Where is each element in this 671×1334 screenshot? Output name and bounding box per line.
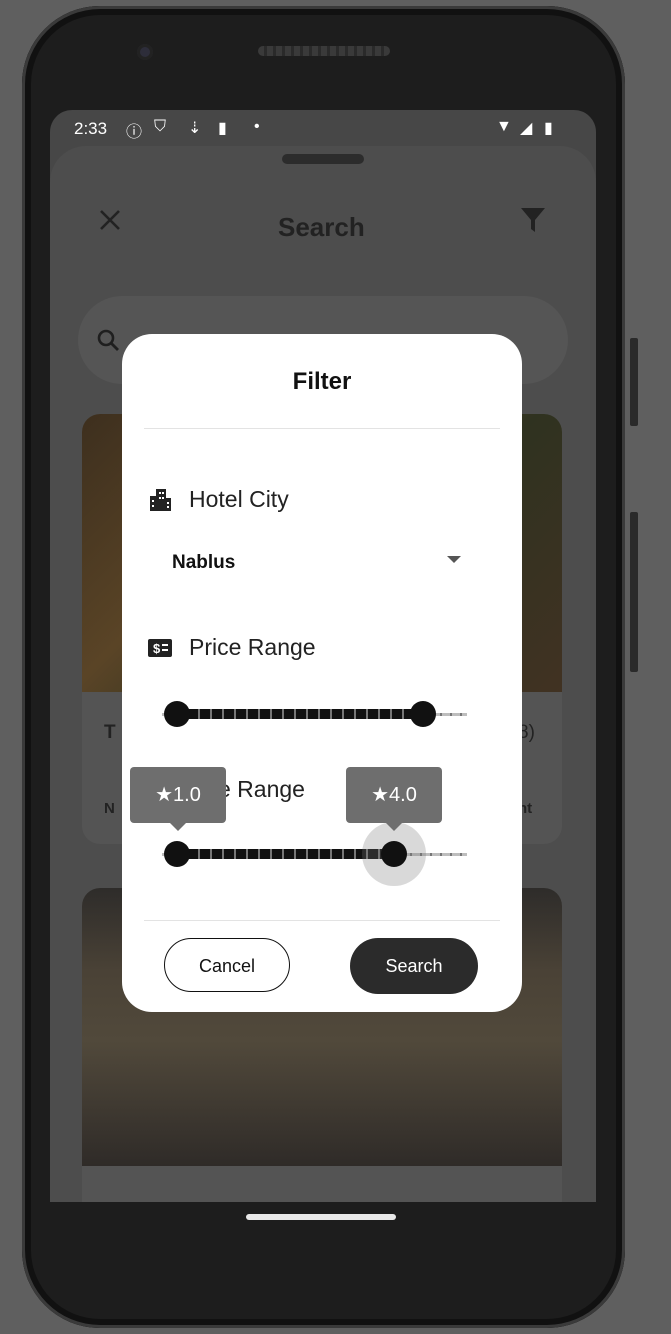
page-title: Search bbox=[278, 212, 365, 242]
hotel-city: N bbox=[104, 800, 115, 817]
signal-icon: ◢ bbox=[520, 120, 533, 137]
power-button bbox=[630, 338, 638, 426]
home-indicator[interactable] bbox=[246, 1214, 396, 1220]
sheet-drag-handle[interactable] bbox=[282, 154, 364, 164]
star-max-tooltip-arrow bbox=[386, 823, 402, 831]
star-min-tooltip-arrow bbox=[170, 823, 186, 831]
filter-dialog: Filter Hotel City Nablus $ Price Range e… bbox=[122, 334, 522, 1012]
star-min-tooltip: ★1.0 bbox=[130, 767, 226, 823]
info-icon: ⓘ bbox=[126, 124, 143, 141]
filter-icon[interactable] bbox=[520, 206, 546, 234]
hotel-city-label: Hotel City bbox=[189, 486, 289, 512]
star-range-label: e Range bbox=[218, 776, 305, 802]
building-icon bbox=[150, 489, 171, 511]
star-max-thumb[interactable] bbox=[381, 841, 407, 867]
shield-icon: ⛉ bbox=[154, 118, 167, 135]
svg-text:$: $ bbox=[153, 641, 161, 656]
price-max-thumb[interactable] bbox=[410, 701, 436, 727]
search-icon bbox=[97, 329, 119, 351]
cancel-button[interactable]: Cancel bbox=[164, 938, 290, 992]
price-min-thumb[interactable] bbox=[164, 701, 190, 727]
star-range-slider[interactable] bbox=[162, 822, 472, 886]
battery-icon: ▮ bbox=[544, 120, 553, 137]
hotel-title: T bbox=[104, 722, 116, 743]
volume-button bbox=[630, 512, 638, 672]
star-max-tooltip: ★4.0 bbox=[346, 767, 442, 823]
front-camera bbox=[137, 44, 153, 60]
earpiece-speaker bbox=[258, 46, 390, 56]
title-divider bbox=[144, 428, 500, 429]
system-nav-bar bbox=[0, 1200, 671, 1334]
dialog-title: Filter bbox=[292, 368, 352, 395]
city-dropdown-value: Nablus bbox=[172, 552, 236, 573]
price-track-active bbox=[176, 709, 424, 719]
close-icon[interactable] bbox=[98, 208, 122, 232]
status-bar: 2:33 ⓘ ⛉ ⇣ ▮ • ▼ ◢ ▮ bbox=[50, 110, 596, 148]
sd-card-icon: ▮ bbox=[218, 120, 227, 137]
star-min-thumb[interactable] bbox=[164, 841, 190, 867]
actions-divider bbox=[144, 920, 500, 921]
wifi-icon: ▼ bbox=[496, 118, 512, 135]
chevron-down-icon[interactable] bbox=[447, 556, 461, 563]
price-range-label: Price Range bbox=[189, 634, 316, 660]
search-button[interactable]: Search bbox=[350, 938, 478, 994]
status-time: 2:33 bbox=[74, 119, 108, 138]
price-range-slider[interactable] bbox=[162, 696, 472, 732]
download-icon: ⇣ bbox=[188, 120, 202, 137]
money-icon: $ bbox=[148, 639, 172, 657]
dot-icon: • bbox=[254, 118, 260, 135]
